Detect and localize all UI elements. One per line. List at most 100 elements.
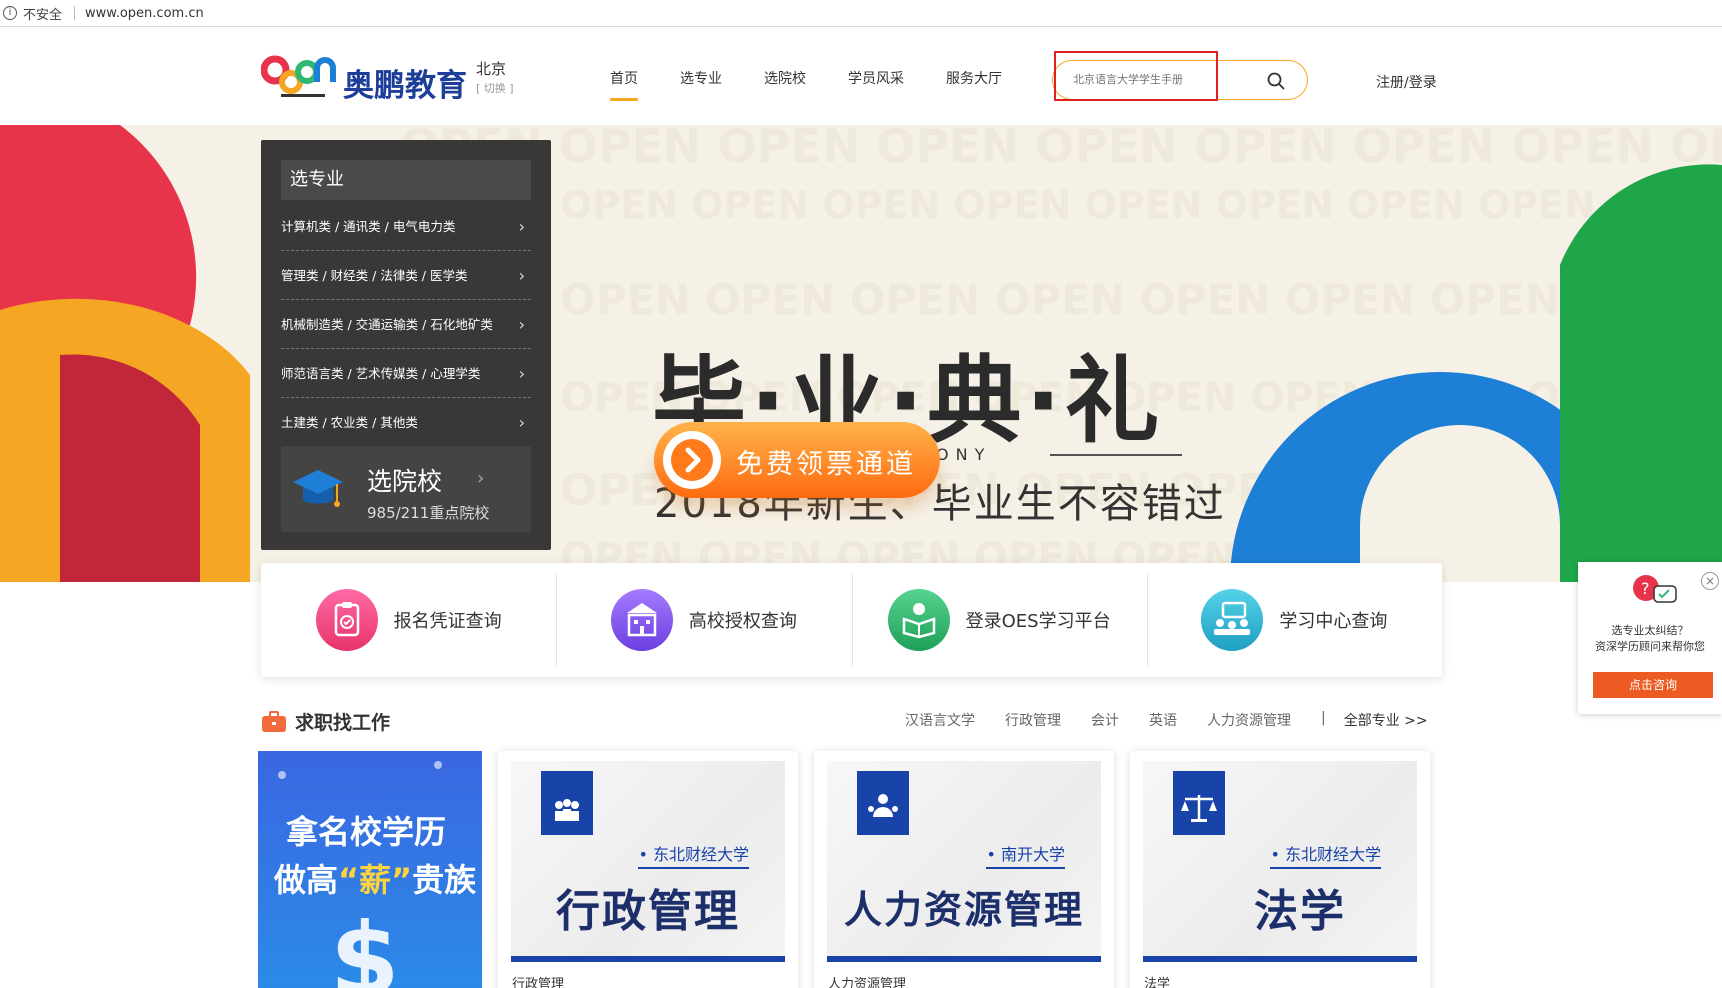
major-tag[interactable]: 汉语言文学 xyxy=(905,710,975,730)
category-row[interactable]: 管理类 / 财经类 / 法律类 / 医学类 › xyxy=(281,251,531,300)
nav-majors[interactable]: 选专业 xyxy=(680,68,722,92)
search-icon[interactable] xyxy=(1267,72,1285,90)
quick-link-oes-login[interactable]: 登录OES学习平台 xyxy=(851,563,1147,677)
category-row[interactable]: 计算机类 / 通讯类 / 电气电力类 › xyxy=(281,202,531,251)
category-row-label: 机械制造类 / 交通运输类 / 石化地矿类 xyxy=(281,317,493,332)
quick-link-learning-center[interactable]: 学习中心查询 xyxy=(1146,563,1442,677)
category-row[interactable]: 师范语言类 / 艺术传媒类 / 心理学类 › xyxy=(281,349,531,398)
school-building-icon xyxy=(610,589,673,651)
chevron-right-icon: › xyxy=(518,266,525,285)
main-nav: 首页 选专业 选院校 学员风采 服务大厅 xyxy=(610,68,1044,101)
chevron-right-icon: › xyxy=(518,413,525,432)
major-tag[interactable]: 会计 xyxy=(1091,710,1119,730)
course-caption: 人力资源管理 xyxy=(828,977,907,988)
quick-link-label: 登录OES学习平台 xyxy=(965,611,1111,632)
category-row[interactable]: 土建类 / 农业类 / 其他类 › xyxy=(281,398,531,447)
brand-name: 奥鹏教育 xyxy=(343,68,467,104)
category-panel: 选专业 计算机类 / 通讯类 / 电气电力类 › 管理类 / 财经类 / 法律类 … xyxy=(261,140,551,550)
promo-line-1: 拿名校学历 xyxy=(286,813,447,851)
briefcase-icon xyxy=(262,710,286,732)
promo-line-2: 做高“薪”贵族 xyxy=(274,855,476,901)
classroom-icon xyxy=(1201,589,1264,651)
team-icon xyxy=(857,771,909,835)
svg-text:?: ? xyxy=(1641,579,1650,598)
course-card-hr[interactable]: • 南开大学 人力资源管理 人力资源管理 xyxy=(814,751,1114,988)
tag-divider: | xyxy=(1321,710,1326,726)
university-name: • 东北财经大学 xyxy=(638,841,749,869)
promo-card[interactable]: 拿名校学历 做高“薪”贵族 $ xyxy=(258,751,482,988)
scales-icon xyxy=(1173,771,1225,835)
nav-students[interactable]: 学员风采 xyxy=(848,68,904,92)
category-heading: 选专业 xyxy=(281,160,531,200)
course-card-admin[interactable]: • 东北财经大学 行政管理 行政管理 xyxy=(498,751,798,988)
free-ticket-button[interactable]: 免费领票通道 xyxy=(654,422,940,498)
page-root: i 不安全 www.open.com.cn 奥鹏教育 北京 [ 切换 ] 首页 … xyxy=(0,0,1722,988)
promo-line-2-part: 做高 xyxy=(274,861,339,899)
nav-home[interactable]: 首页 xyxy=(610,68,638,101)
major-tag[interactable]: 行政管理 xyxy=(1005,710,1061,730)
security-label: 不安全 xyxy=(23,7,63,23)
major-tags: 汉语言文学 行政管理 会计 英语 人力资源管理 | 全部专业 >> xyxy=(905,710,1428,730)
browser-address-bar[interactable]: i 不安全 www.open.com.cn xyxy=(0,0,1722,27)
course-title: 法学 xyxy=(1254,886,1346,937)
free-ticket-label: 免费领票通道 xyxy=(736,449,916,480)
chevron-right-icon: › xyxy=(518,217,525,236)
nav-service[interactable]: 服务大厅 xyxy=(946,68,1002,92)
course-image: • 东北财经大学 行政管理 xyxy=(511,761,785,961)
city-name: 北京 xyxy=(476,60,507,78)
url-text[interactable]: www.open.com.cn xyxy=(85,6,204,21)
course-image: • 南开大学 人力资源管理 xyxy=(827,761,1101,961)
course-title: 行政管理 xyxy=(556,886,740,937)
select-school-card[interactable]: 选院校 › 985/211重点院校 xyxy=(281,446,531,532)
category-row-label: 管理类 / 财经类 / 法律类 / 医学类 xyxy=(281,268,468,283)
consult-button[interactable]: 点击咨询 xyxy=(1593,672,1713,698)
course-title: 人力资源管理 xyxy=(843,888,1084,932)
consult-text: 资深学历顾问来帮你您 xyxy=(1595,640,1705,653)
site-logo[interactable]: 奥鹏教育 北京 [ 切换 ] xyxy=(260,50,541,104)
jobs-title: 求职找工作 xyxy=(295,712,391,734)
card-accent-bar xyxy=(827,956,1101,962)
dollar-icon: $ xyxy=(330,901,400,988)
university-name: • 东北财经大学 xyxy=(1270,841,1381,869)
jobs-section-header: 求职找工作 xyxy=(261,708,390,735)
course-card-law[interactable]: • 东北财经大学 法学 法学 xyxy=(1130,751,1430,988)
clipboard-check-icon xyxy=(315,589,378,651)
consult-widget: × ? 选专业太纠结？ 资深学历顾问来帮你您 点击咨询 xyxy=(1578,562,1722,714)
quick-links-bar: 报名凭证查询 高校授权查询 登录OES学习平台 学习中心查询 xyxy=(261,563,1442,677)
select-school-subtitle: 985/211重点院校 xyxy=(367,504,490,522)
banner-subtitle-rule xyxy=(1050,454,1182,456)
major-tag[interactable]: 人力资源管理 xyxy=(1207,710,1291,730)
hero-banner[interactable]: OPEN OPEN OPEN OPEN OPEN OPEN OPEN OPEN … xyxy=(0,125,1722,582)
quick-link-school-authorization[interactable]: 高校授权查询 xyxy=(556,563,851,677)
chat-question-icon: ? xyxy=(1633,575,1677,603)
graduation-cap-icon xyxy=(293,470,343,507)
chevron-right-icon: › xyxy=(518,315,525,334)
quick-link-label: 报名凭证查询 xyxy=(393,611,502,632)
quick-link-registration-voucher[interactable]: 报名凭证查询 xyxy=(261,563,556,677)
address-separator xyxy=(74,6,76,20)
chevron-right-icon: › xyxy=(477,468,485,489)
chevron-right-icon: › xyxy=(518,364,525,383)
info-icon[interactable]: i xyxy=(3,6,17,20)
register-login-link[interactable]: 注册/登录 xyxy=(1376,72,1437,92)
promo-line-2-part: 贵族 xyxy=(412,861,477,899)
nav-schools[interactable]: 选院校 xyxy=(764,68,806,92)
category-row[interactable]: 机械制造类 / 交通运输类 / 石化地矿类 › xyxy=(281,300,531,349)
close-icon[interactable]: × xyxy=(1701,572,1719,590)
card-accent-bar xyxy=(511,956,785,962)
course-caption: 行政管理 xyxy=(512,977,565,988)
consult-text: 选专业太纠结？ xyxy=(1611,624,1689,637)
arrow-circle-icon xyxy=(663,431,721,489)
category-row-label: 计算机类 / 通讯类 / 电气电力类 xyxy=(281,219,456,234)
course-image: • 东北财经大学 法学 xyxy=(1143,761,1417,961)
course-caption: 法学 xyxy=(1144,977,1171,988)
card-accent-bar xyxy=(1143,956,1417,962)
decor-dot xyxy=(278,771,286,779)
major-tag[interactable]: 英语 xyxy=(1149,710,1177,730)
decor-dot xyxy=(434,761,442,769)
all-majors-link[interactable]: 全部专业 >> xyxy=(1344,710,1428,730)
highlight-box xyxy=(1054,51,1218,101)
category-row-label: 土建类 / 农业类 / 其他类 xyxy=(281,415,418,430)
student-reading-icon xyxy=(887,589,950,651)
city-switch-link[interactable]: [ 切换 ] xyxy=(476,80,514,96)
